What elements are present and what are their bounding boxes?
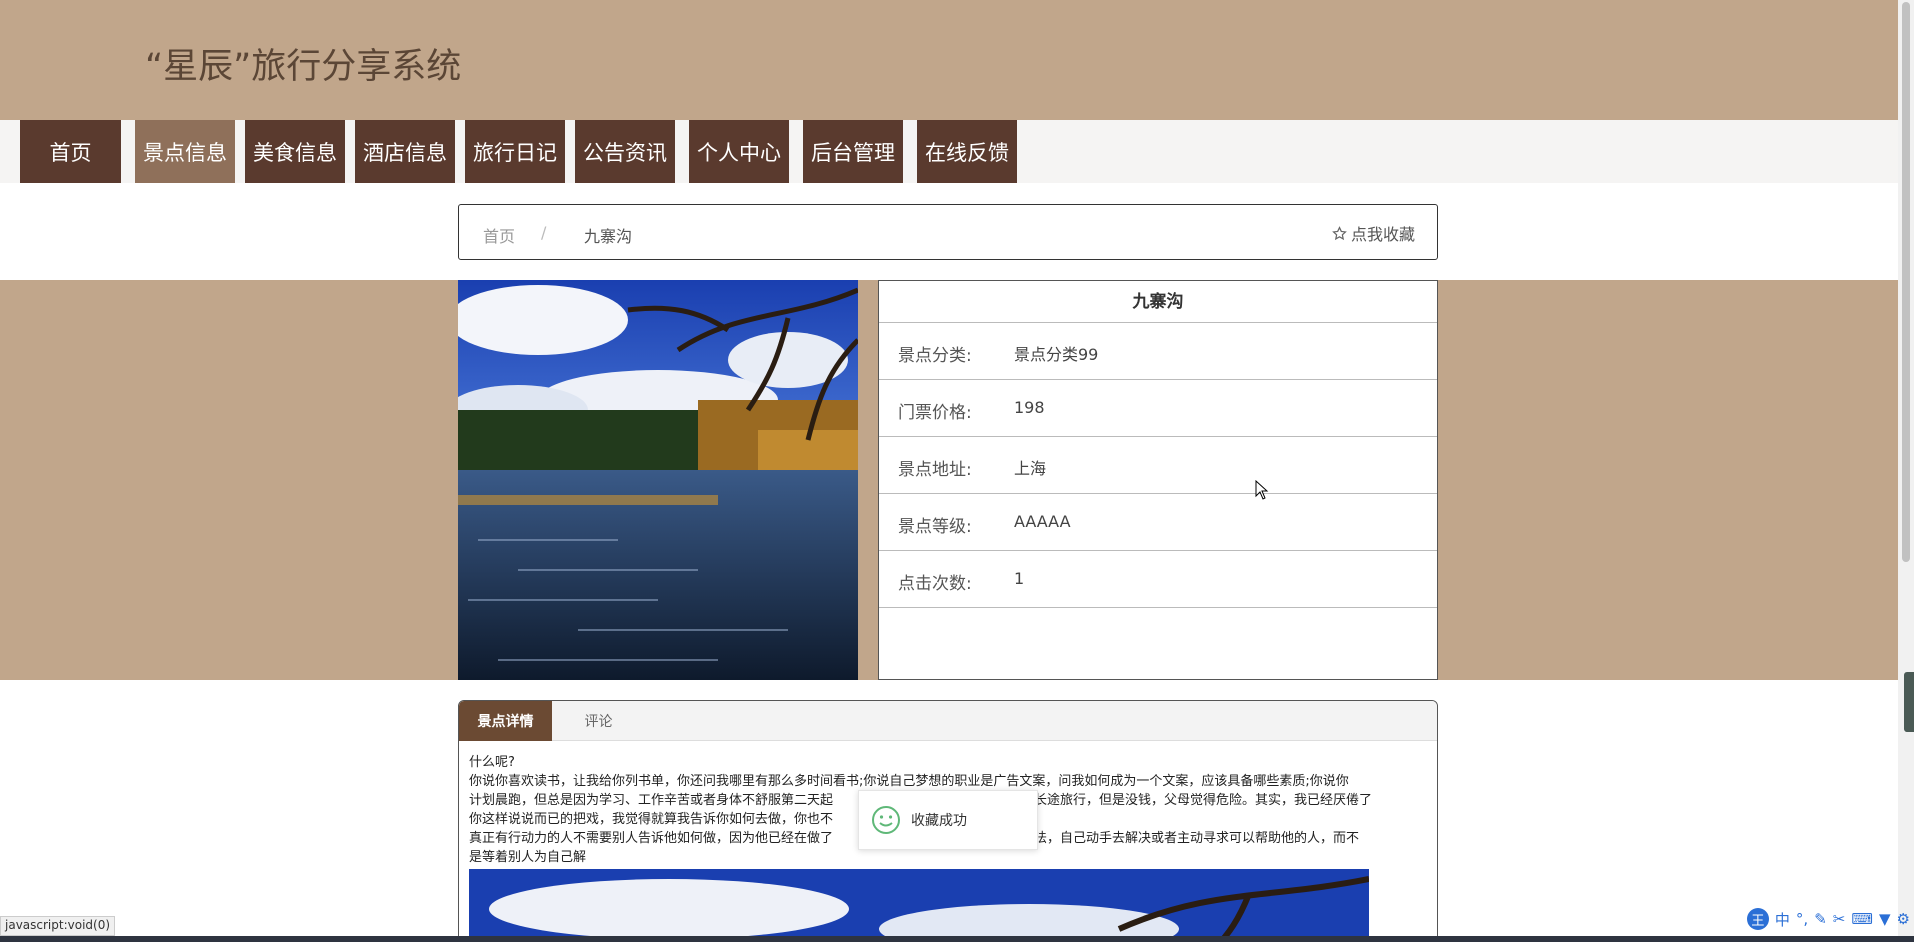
status-bar: javascript:void(0) xyxy=(0,916,116,936)
favorite-label: 点我收藏 xyxy=(1350,225,1415,244)
content-text: 你这样说说而已的把戏，我觉得就算我告诉你如何去做，你也不 xyxy=(469,812,834,827)
tab-comments[interactable]: 评论 xyxy=(552,701,645,741)
info-value: AAAAA xyxy=(1014,512,1071,531)
content-text: 真正有行动力的人不需要别人告诉他如何做，因为他已经在做了 xyxy=(469,831,834,846)
page-scrollbar[interactable] xyxy=(1898,0,1914,936)
skin-icon[interactable]: ▼ xyxy=(1879,910,1891,928)
content-image xyxy=(469,869,1369,942)
side-widget[interactable] xyxy=(1904,672,1914,732)
smile-icon xyxy=(872,806,900,834)
ime-mode[interactable]: 中 xyxy=(1775,909,1790,930)
info-row-price: 门票价格: 198 xyxy=(879,380,1437,437)
info-row-category: 景点分类: 景点分类99 xyxy=(879,323,1437,380)
pen-icon[interactable]: ✎ xyxy=(1814,910,1827,928)
spot-photo xyxy=(458,280,858,680)
nav-item-news[interactable]: 公告资讯 xyxy=(575,120,675,183)
info-value: 上海 xyxy=(1014,459,1047,478)
info-row-level: 景点等级: AAAAA xyxy=(879,494,1437,551)
info-label: 景点等级: xyxy=(898,517,972,537)
mouse-cursor-icon xyxy=(1255,479,1269,504)
favorite-button[interactable]: 点我收藏 xyxy=(1332,221,1415,245)
toast-notification: 收藏成功 xyxy=(858,790,1038,850)
tab-details[interactable]: 景点详情 xyxy=(459,701,552,741)
keyboard-icon[interactable]: ⌨ xyxy=(1851,910,1873,928)
nav-item-feedback[interactable]: 在线反馈 xyxy=(917,120,1017,183)
breadcrumb: 首页 / 九寨沟 点我收藏 xyxy=(458,204,1438,260)
content-line: 你说你喜欢读书，让我给你列书单，你还问我哪里有那么多时间看书;你说自己梦想的职业… xyxy=(469,774,1349,789)
info-row-clicks: 点击次数: 1 xyxy=(879,551,1437,608)
nav-item-hotels[interactable]: 酒店信息 xyxy=(355,120,455,183)
info-value: 1 xyxy=(1014,569,1025,588)
breadcrumb-separator: / xyxy=(541,223,547,242)
content-line: 什么呢? xyxy=(469,755,515,770)
breadcrumb-current: 九寨沟 xyxy=(584,227,633,246)
content-text: 计划晨跑，但总是因为学习、工作辛苦或者身体不舒服第二天起 xyxy=(469,793,834,808)
content-line: 是等着别人为自己解 xyxy=(469,850,587,865)
ime-badge[interactable]: 王 xyxy=(1746,908,1769,930)
nav-item-admin[interactable]: 后台管理 xyxy=(803,120,903,183)
info-value: 景点分类99 xyxy=(1014,345,1099,364)
info-label: 点击次数: xyxy=(898,574,972,594)
ime-toolbar: 王 中 °, ✎ ✂ ⌨ ▼ ⚙ xyxy=(1746,908,1910,930)
spot-title: 九寨沟 xyxy=(879,281,1437,323)
nav-item-attractions[interactable]: 景点信息 xyxy=(135,120,235,183)
settings-icon[interactable]: ⚙ xyxy=(1897,910,1910,928)
scissors-icon[interactable]: ✂ xyxy=(1833,910,1846,928)
info-row-address: 景点地址: 上海 xyxy=(879,437,1437,494)
tab-bar: 景点详情 评论 xyxy=(459,701,1437,741)
info-label: 景点地址: xyxy=(898,460,972,480)
nav-item-profile[interactable]: 个人中心 xyxy=(689,120,789,183)
breadcrumb-home[interactable]: 首页 xyxy=(483,223,515,247)
nav-item-food[interactable]: 美食信息 xyxy=(245,120,345,183)
scrollbar-thumb[interactable] xyxy=(1902,2,1910,562)
info-label: 景点分类: xyxy=(898,346,972,366)
site-header: “星辰”旅行分享系统 xyxy=(0,0,1898,120)
nav-item-diary[interactable]: 旅行日记 xyxy=(465,120,565,183)
nav-item-home[interactable]: 首页 xyxy=(20,120,121,183)
punctuation-icon[interactable]: °, xyxy=(1796,910,1808,928)
content-text: 想办法，自己动手去解决或者主动寻求可以帮助他的人，而不 xyxy=(1008,831,1360,846)
content-text: 人去长途旅行，但是没钱，父母觉得危险。其实，我已经厌倦了 xyxy=(1008,793,1373,808)
taskbar xyxy=(0,936,1914,942)
main-nav: 首页 景点信息 美食信息 酒店信息 旅行日记 公告资讯 个人中心 后台管理 在线… xyxy=(0,120,1898,183)
site-title: “星辰”旅行分享系统 xyxy=(145,47,462,87)
toast-message: 收藏成功 xyxy=(911,813,967,829)
info-value: 198 xyxy=(1014,398,1045,417)
star-icon xyxy=(1332,225,1347,240)
info-label: 门票价格: xyxy=(898,403,972,423)
spot-info-panel: 九寨沟 景点分类: 景点分类99 门票价格: 198 景点地址: 上海 景点等级… xyxy=(878,280,1438,680)
